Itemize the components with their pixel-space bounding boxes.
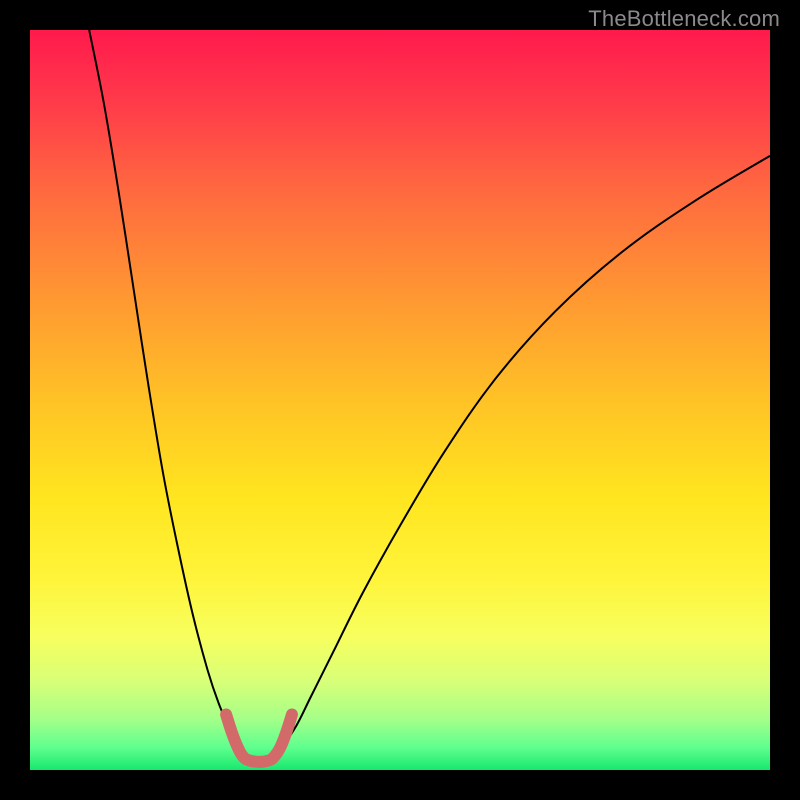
chart-frame: TheBottleneck.com — [0, 0, 800, 800]
watermark-text: TheBottleneck.com — [588, 6, 780, 32]
gradient-background — [30, 30, 770, 770]
bottleneck-chart — [30, 30, 770, 770]
